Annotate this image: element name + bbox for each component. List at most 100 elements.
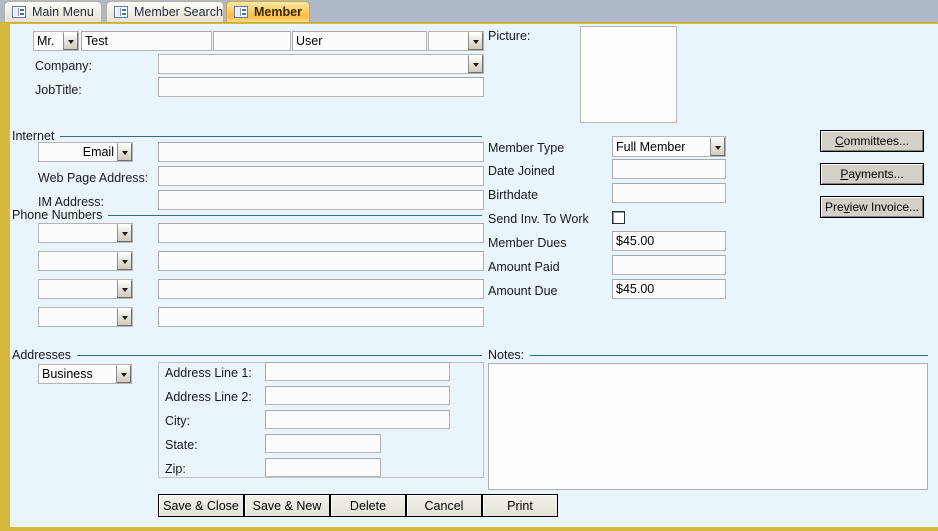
member-dues-input[interactable]: $45.00 xyxy=(612,231,726,251)
title-combo-value: Mr. xyxy=(37,34,55,48)
jobtitle-label: JobTitle: xyxy=(35,83,82,97)
chevron-down-icon[interactable] xyxy=(117,252,132,270)
form-datasheet-icon xyxy=(234,6,248,18)
phone-number-input[interactable] xyxy=(158,307,484,327)
zip-input[interactable] xyxy=(265,458,381,477)
window-frame: Mr. Test User Company: JobTitle: Picture… xyxy=(0,22,938,531)
company-label: Company: xyxy=(35,59,92,73)
address-type-combo[interactable]: Business xyxy=(38,364,132,384)
webpage-label: Web Page Address: xyxy=(38,171,149,185)
email-type-value: Email xyxy=(82,145,114,159)
payments-button-label: Payments... xyxy=(840,167,904,181)
date-joined-input[interactable] xyxy=(612,159,726,179)
save-and-close-button-label: Save & Close xyxy=(163,498,239,513)
cancel-button[interactable]: Cancel xyxy=(406,494,482,517)
section-divider xyxy=(60,135,482,137)
address-type-value: Business xyxy=(42,367,93,381)
chevron-down-icon[interactable] xyxy=(710,137,725,156)
chevron-down-icon[interactable] xyxy=(117,308,132,326)
form-canvas: Mr. Test User Company: JobTitle: Picture… xyxy=(10,24,938,527)
im-input[interactable] xyxy=(158,190,484,210)
send-invoice-to-work-label: Send Inv. To Work xyxy=(488,212,589,226)
title-combo[interactable]: Mr. xyxy=(33,31,79,51)
city-label: City: xyxy=(165,414,190,428)
member-dues-label: Member Dues xyxy=(488,236,567,250)
save-and-new-button[interactable]: Save & New xyxy=(244,494,330,517)
amount-due-label: Amount Due xyxy=(488,284,558,298)
member-type-label: Member Type xyxy=(488,141,565,155)
chevron-down-icon[interactable] xyxy=(117,143,132,161)
phone-type-combo[interactable] xyxy=(38,279,133,299)
member-type-combo[interactable]: Full Member xyxy=(612,136,726,157)
preview-invoice-button[interactable]: Preview Invoice... xyxy=(820,196,924,218)
email-type-combo[interactable]: Email xyxy=(38,142,133,162)
form-datasheet-icon xyxy=(12,6,26,18)
last-name-input[interactable]: User xyxy=(292,31,427,51)
date-joined-label: Date Joined xyxy=(488,164,555,178)
committees-button-label: Committees... xyxy=(834,134,910,148)
im-label: IM Address: xyxy=(38,195,104,209)
picture-label: Picture: xyxy=(488,29,531,43)
tab-main-menu[interactable]: Main Menu xyxy=(4,1,102,22)
save-and-close-button[interactable]: Save & Close xyxy=(158,494,244,517)
section-divider xyxy=(108,214,482,216)
birthdate-input[interactable] xyxy=(612,183,726,203)
cancel-button-label: Cancel xyxy=(424,498,464,513)
city-input[interactable] xyxy=(265,410,450,429)
tab-member-search[interactable]: Member Search xyxy=(106,1,224,22)
phone-numbers-section-header: Phone Numbers xyxy=(12,208,482,222)
jobtitle-input[interactable] xyxy=(158,77,484,97)
notes-section-label: Notes: xyxy=(488,348,525,362)
address-line1-input[interactable] xyxy=(265,362,450,381)
addresses-section-label: Addresses xyxy=(12,348,72,362)
phone-type-combo[interactable] xyxy=(38,307,133,327)
delete-button[interactable]: Delete xyxy=(330,494,406,517)
email-input[interactable] xyxy=(158,142,484,162)
suffix-combo[interactable] xyxy=(428,31,484,51)
chevron-down-icon[interactable] xyxy=(117,280,132,298)
phone-number-input[interactable] xyxy=(158,251,484,271)
picture-box[interactable] xyxy=(580,26,677,123)
middle-name-input[interactable] xyxy=(213,31,291,51)
internet-section-label: Internet xyxy=(12,129,55,143)
phone-number-input[interactable] xyxy=(158,223,484,243)
preview-invoice-button-label: Preview Invoice... xyxy=(824,200,920,214)
birthdate-label: Birthdate xyxy=(488,188,539,202)
chevron-down-icon[interactable] xyxy=(468,55,483,73)
chevron-down-icon[interactable] xyxy=(468,32,483,50)
send-invoice-to-work-checkbox[interactable] xyxy=(612,211,625,224)
address-line2-label: Address Line 2: xyxy=(165,390,252,404)
notes-section-header: Notes: xyxy=(488,348,928,362)
amount-due-input[interactable]: $45.00 xyxy=(612,279,726,299)
print-button[interactable]: Print xyxy=(482,494,558,517)
phone-number-input[interactable] xyxy=(158,279,484,299)
notes-textarea[interactable] xyxy=(488,363,928,490)
state-input[interactable] xyxy=(265,434,381,453)
section-divider xyxy=(530,354,928,356)
address-line2-input[interactable] xyxy=(265,386,450,405)
phone-numbers-section-label: Phone Numbers xyxy=(12,208,103,222)
amount-paid-label: Amount Paid xyxy=(488,260,560,274)
committees-button[interactable]: Committees... xyxy=(820,130,924,152)
internet-section-header: Internet xyxy=(12,129,482,143)
save-and-new-button-label: Save & New xyxy=(252,498,322,513)
chevron-down-icon[interactable] xyxy=(116,365,131,383)
address-line1-label: Address Line 1: xyxy=(165,366,252,380)
tab-member[interactable]: Member xyxy=(226,1,310,22)
form-datasheet-icon xyxy=(114,6,128,18)
phone-type-combo[interactable] xyxy=(38,251,133,271)
payments-button[interactable]: Payments... xyxy=(820,163,924,185)
tab-strip: Main Menu Member Search Member xyxy=(0,0,938,22)
webpage-input[interactable] xyxy=(158,166,484,186)
tab-label: Member Search xyxy=(134,5,223,19)
amount-paid-input[interactable] xyxy=(612,255,726,275)
chevron-down-icon[interactable] xyxy=(117,224,132,242)
addresses-section-header: Addresses xyxy=(12,348,482,362)
chevron-down-icon[interactable] xyxy=(63,32,78,50)
state-label: State: xyxy=(165,438,198,452)
delete-button-label: Delete xyxy=(349,498,387,513)
company-combo[interactable] xyxy=(158,54,484,74)
zip-label: Zip: xyxy=(165,462,186,476)
phone-type-combo[interactable] xyxy=(38,223,133,243)
first-name-input[interactable]: Test xyxy=(81,31,212,51)
